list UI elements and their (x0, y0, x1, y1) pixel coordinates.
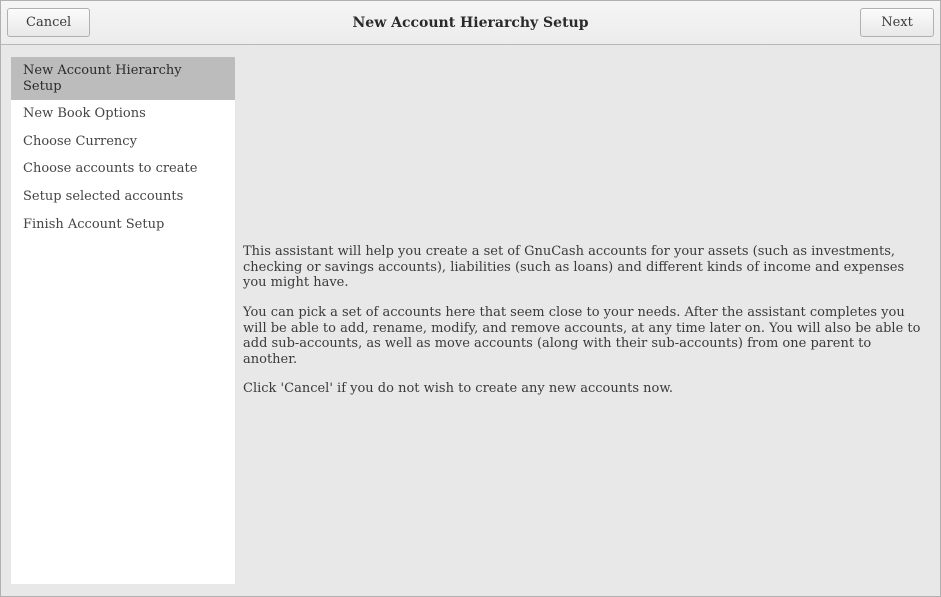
sidebar-item-finish-account-setup[interactable]: Finish Account Setup (11, 211, 235, 239)
sidebar-item-setup-selected-accounts[interactable]: Setup selected accounts (11, 183, 235, 211)
assistant-window: Cancel New Account Hierarchy Setup Next … (0, 0, 941, 597)
sidebar: New Account Hierarchy Setup New Book Opt… (11, 57, 235, 584)
sidebar-item-label: Choose Currency (23, 134, 137, 149)
intro-paragraph-3: Click 'Cancel' if you do not wish to cre… (243, 381, 922, 397)
intro-paragraph-2: You can pick a set of accounts here that… (243, 305, 922, 367)
titlebar: Cancel New Account Hierarchy Setup Next (1, 1, 940, 45)
sidebar-item-choose-accounts[interactable]: Choose accounts to create (11, 155, 235, 183)
intro-paragraph-1: This assistant will help you create a se… (243, 244, 922, 291)
sidebar-item-choose-currency[interactable]: Choose Currency (11, 128, 235, 156)
page-title: New Account Hierarchy Setup (1, 15, 940, 31)
next-button[interactable]: Next (860, 8, 934, 37)
sidebar-item-label: Choose accounts to create (23, 161, 197, 176)
sidebar-item-label: Finish Account Setup (23, 217, 164, 232)
cancel-button[interactable]: Cancel (7, 8, 90, 37)
sidebar-item-new-account-hierarchy[interactable]: New Account Hierarchy Setup (11, 57, 235, 100)
sidebar-item-label: New Book Options (23, 106, 146, 121)
sidebar-item-label: Setup selected accounts (23, 189, 183, 204)
body-area: New Account Hierarchy Setup New Book Opt… (1, 45, 940, 596)
main-content: This assistant will help you create a se… (243, 57, 928, 584)
sidebar-item-label: New Account Hierarchy Setup (23, 63, 182, 94)
sidebar-item-new-book-options[interactable]: New Book Options (11, 100, 235, 128)
